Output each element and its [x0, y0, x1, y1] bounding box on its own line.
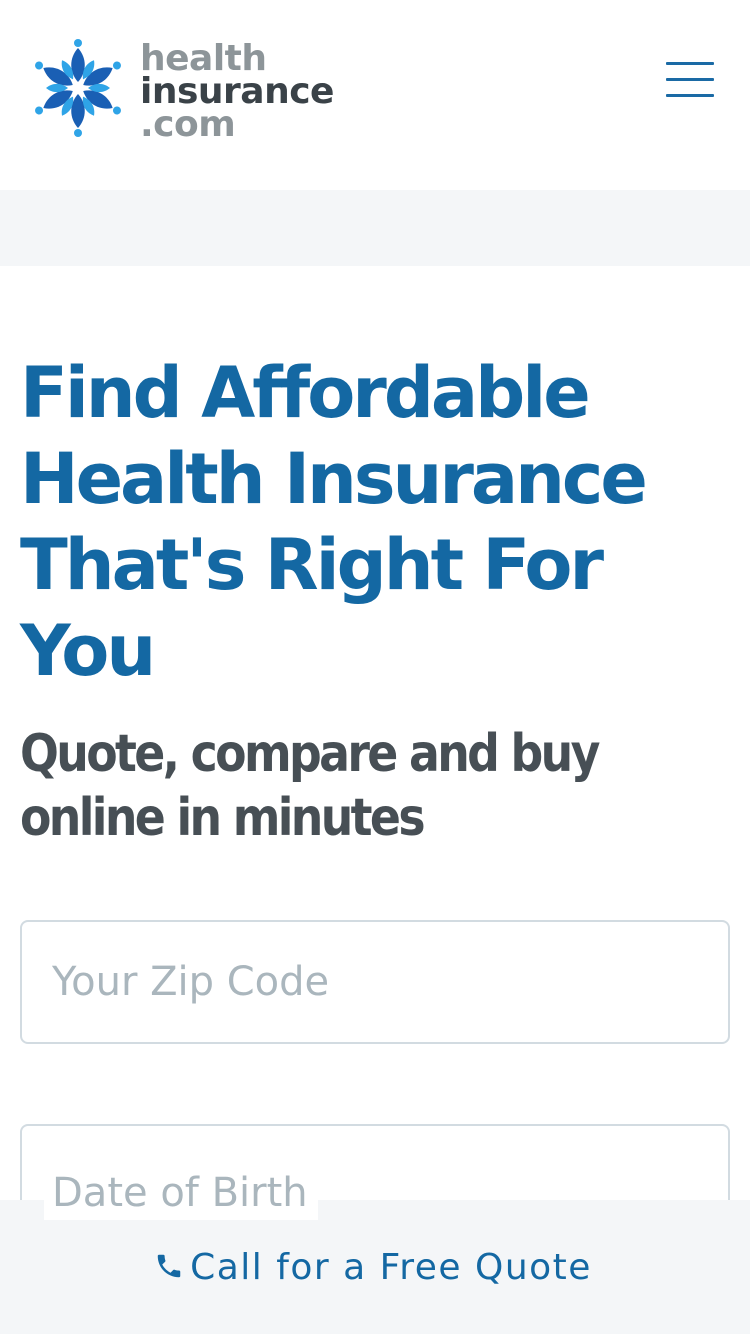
hamburger-menu-icon[interactable]	[662, 56, 718, 102]
menu-bar-middle	[666, 78, 714, 81]
menu-bar-top	[666, 62, 714, 65]
logo-word-dotcom: .com	[140, 104, 236, 145]
flower-logo-icon	[35, 39, 121, 137]
zip-code-field[interactable]	[20, 920, 730, 1044]
header-divider-band	[0, 190, 750, 266]
phone-icon	[157, 1254, 181, 1278]
call-free-quote-label: Call for a Free Quote	[190, 1246, 592, 1288]
call-free-quote-button[interactable]: Call for a Free Quote	[0, 1200, 750, 1334]
zip-code-input[interactable]	[22, 922, 728, 1042]
healthinsurance-logo[interactable]: health insurance .com	[28, 38, 368, 145]
menu-bar-bottom	[666, 94, 714, 97]
logo-wordmark: health insurance .com	[140, 41, 334, 145]
hero-subtitle: Quote, compare and buy online in minutes	[20, 724, 600, 848]
site-header: health insurance .com	[0, 0, 750, 190]
hero-title: Find Affordable Health Insurance That's …	[20, 352, 648, 692]
